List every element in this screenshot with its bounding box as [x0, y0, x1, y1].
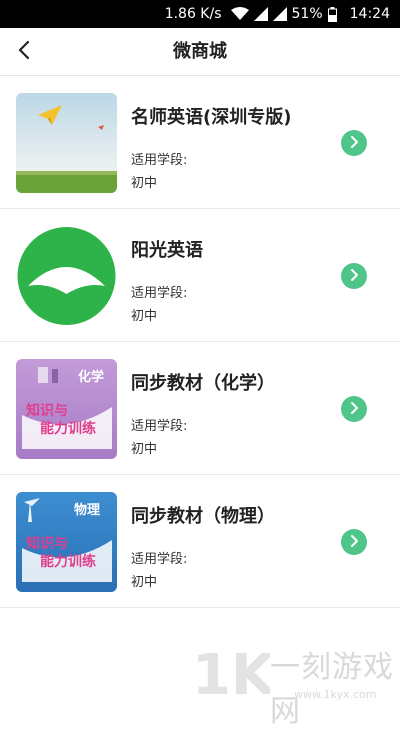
open-item-button[interactable] — [341, 396, 367, 422]
list-item[interactable]: 阳光英语 适用学段: 初中 — [0, 209, 400, 342]
stage-value: 初中 — [131, 309, 158, 324]
product-thumbnail — [16, 226, 117, 326]
list-item[interactable]: 物理 知识与 能力训练 同步教材（物理） 适用学段: 初中 — [0, 475, 400, 608]
battery-icon — [327, 6, 337, 22]
clock: 14:24 — [349, 6, 390, 22]
product-list: 名师英语(深圳专版) 适用学段: 初中 阳光英语 适用学段: 初中 化学 知识与… — [0, 76, 400, 608]
stage-label: 适用学段: — [131, 419, 188, 434]
cover-title-line2: 能力训练 — [40, 420, 96, 437]
signal-icon — [253, 7, 268, 21]
product-name: 同步教材（化学） — [131, 373, 275, 394]
product-thumbnail: 化学 知识与 能力训练 — [16, 359, 117, 459]
watermark-url: www.1kyx.com — [294, 688, 377, 701]
status-bar: 1.86 K/s 51% 14:24 — [0, 0, 400, 28]
stage-label: 适用学段: — [131, 286, 188, 301]
open-item-button[interactable] — [341, 263, 367, 289]
chevron-right-icon — [349, 267, 359, 286]
cover-subject: 化学 — [78, 369, 104, 385]
open-item-button[interactable] — [341, 529, 367, 555]
stage-value: 初中 — [131, 176, 158, 191]
watermark-brand: 一刻游戏网 — [270, 650, 394, 729]
battery-percent: 51% — [291, 6, 323, 22]
product-name: 名师英语(深圳专版) — [131, 107, 292, 128]
app-header: 微商城 — [0, 28, 400, 76]
cover-title-line1: 知识与 — [26, 402, 68, 419]
watermark-logo: 1K 一刻游戏网 www.1kyx.com — [190, 636, 400, 729]
network-speed: 1.86 K/s — [164, 6, 222, 22]
page-title: 微商城 — [173, 41, 227, 62]
chevron-right-icon — [349, 134, 359, 153]
wifi-icon — [230, 7, 249, 21]
stage-value: 初中 — [131, 575, 158, 590]
product-thumbnail — [16, 93, 117, 193]
stage-value: 初中 — [131, 442, 158, 457]
stage-label: 适用学段: — [131, 153, 188, 168]
cover-subject: 物理 — [74, 502, 100, 518]
cover-title-line2: 能力训练 — [40, 553, 96, 570]
chevron-right-icon — [349, 533, 359, 552]
product-name: 同步教材（物理） — [131, 506, 275, 527]
watermark-mark: 1K — [192, 643, 270, 708]
list-item[interactable]: 化学 知识与 能力训练 同步教材（化学） 适用学段: 初中 — [0, 342, 400, 475]
stage-label: 适用学段: — [131, 552, 188, 567]
product-thumbnail: 物理 知识与 能力训练 — [16, 492, 117, 592]
open-item-button[interactable] — [341, 130, 367, 156]
chevron-right-icon — [349, 400, 359, 419]
cover-title-line1: 知识与 — [26, 535, 68, 552]
signal-icon-secondary — [272, 7, 287, 21]
product-name: 阳光英语 — [131, 240, 203, 261]
list-item[interactable]: 名师英语(深圳专版) 适用学段: 初中 — [0, 76, 400, 209]
